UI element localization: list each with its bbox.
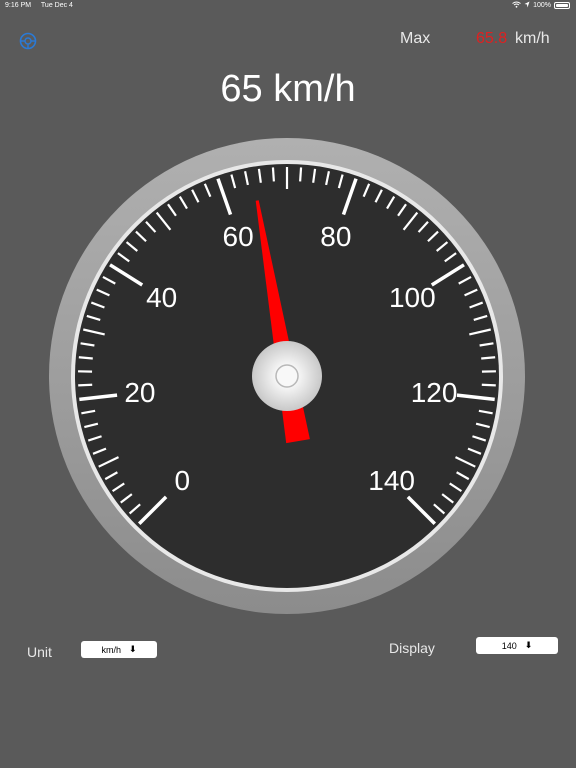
battery-icon xyxy=(554,2,570,9)
display-label: Display xyxy=(389,640,435,656)
gauge-label-20: 20 xyxy=(124,377,155,408)
speedometer-gauge: 0 20 40 60 80 100 120 140 xyxy=(49,138,525,614)
arrow-down-icon: ⬇ xyxy=(524,640,533,650)
wifi-icon xyxy=(512,1,521,10)
speed-readout: 65 km/h xyxy=(220,68,356,110)
gauge-label-60: 60 xyxy=(223,221,254,252)
status-time: 9:16 PM xyxy=(5,2,32,9)
minor-tick xyxy=(481,383,496,387)
minor-tick xyxy=(481,356,496,360)
settings-button[interactable] xyxy=(18,31,38,51)
max-value: 65.8 xyxy=(476,30,508,47)
display-select[interactable]: 140 ⬇ xyxy=(476,637,558,654)
display-select-value: 140 xyxy=(501,640,517,651)
minor-tick xyxy=(78,356,93,360)
settings-gear-icon xyxy=(19,32,37,50)
minor-tick xyxy=(78,383,93,387)
unit-select-value: km/h xyxy=(101,644,121,655)
status-bar: 9:16 PM Tue Dec 4 100% xyxy=(0,0,576,12)
unit-select[interactable]: km/h ⬇ xyxy=(81,641,157,658)
gauge-label-140: 140 xyxy=(368,465,415,496)
max-unit: km/h xyxy=(515,30,550,47)
arrow-down-icon: ⬇ xyxy=(128,644,137,654)
gauge-label-0: 0 xyxy=(175,465,191,496)
gauge-label-100: 100 xyxy=(389,282,436,313)
minor-tick xyxy=(271,167,275,182)
status-left: 9:16 PM Tue Dec 4 xyxy=(5,2,81,9)
gauge-label-80: 80 xyxy=(320,221,351,252)
gauge-label-120: 120 xyxy=(411,377,458,408)
minor-tick xyxy=(299,167,303,182)
gauge-label-40: 40 xyxy=(146,282,177,313)
status-right: 100% xyxy=(512,1,570,10)
unit-label: Unit xyxy=(27,644,52,660)
status-date: Tue Dec 4 xyxy=(40,2,73,9)
battery-percent: 100% xyxy=(533,2,551,9)
max-label: Max xyxy=(400,30,431,47)
location-arrow-icon xyxy=(524,1,530,10)
gauge-hub-cap xyxy=(275,364,299,388)
